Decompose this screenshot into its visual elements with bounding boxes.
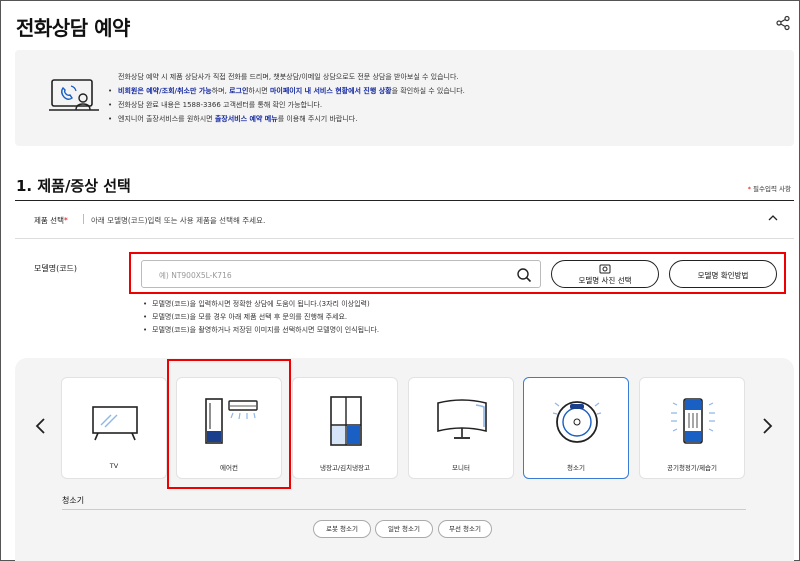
bullet: • xyxy=(143,313,148,321)
chevron-right-icon[interactable] xyxy=(762,417,774,435)
info-text-part: 전화상담 예약 시 제품 상담사가 직접 전화를 드리며, 챗봇상담/이메일 상… xyxy=(118,73,459,81)
chevron-up-icon[interactable] xyxy=(768,214,778,222)
info-line: • 전화상담 완료 내용은 1588-3366 고객센터를 통해 확인 가능합니다… xyxy=(108,98,465,112)
subcategory-title: 청소기 xyxy=(62,496,85,505)
info-line: 전화상담 예약 시 제품 상담사가 직접 전화를 드리며, 챗봇상담/이메일 상… xyxy=(108,70,465,84)
product-select-label-text: 제품 선택 xyxy=(34,216,64,225)
product-select-accordion[interactable]: 제품 선택* 아래 모델명(코드)입력 또는 사용 제품을 선택해 주세요. xyxy=(15,201,794,239)
page-header: 전화상담 예약 xyxy=(1,1,799,49)
chip-robot-vacuum[interactable]: 로봇 청소기 xyxy=(313,520,371,538)
category-card-tv[interactable]: TV xyxy=(61,377,167,479)
chip-standard-vacuum[interactable]: 일반 청소기 xyxy=(375,520,433,538)
subcategory-divider xyxy=(62,509,746,510)
category-card-air-purifier[interactable]: 공기청정기/제습기 xyxy=(639,377,745,479)
info-box: 전화상담 예약 시 제품 상담사가 직접 전화를 드리며, 챗봇상담/이메일 상… xyxy=(15,50,794,146)
info-text-part: 전화상담 완료 내용은 1588-3366 고객센터를 통해 확인 가능합니다. xyxy=(118,101,323,109)
refrigerator-icon xyxy=(330,396,362,446)
model-notes: • 모델명(코드)을 입력하시면 정확한 상담에 도움이 됩니다.(3자리 이상입… xyxy=(143,298,379,337)
category-card-label: 냉장고/김치냉장고 xyxy=(319,464,371,472)
info-highlight-link[interactable]: 출장서비스 예약 메뉴 xyxy=(215,115,278,123)
product-select-star: * xyxy=(63,216,68,225)
product-select-guide: 아래 모델명(코드)입력 또는 사용 제품을 선택해 주세요. xyxy=(91,216,266,225)
highlight-box-air-conditioner xyxy=(167,359,291,489)
air-purifier-icon xyxy=(671,398,715,444)
share-icon[interactable] xyxy=(775,15,791,31)
category-card-label: 공기청정기/제습기 xyxy=(666,464,718,472)
category-card-monitor[interactable]: 모니터 xyxy=(408,377,514,479)
model-note-item: • 모델명(코드)을 입력하시면 정확한 상담에 도움이 됩니다.(3자리 이상입… xyxy=(143,298,379,311)
highlight-box-model-input xyxy=(129,252,786,294)
monitor-icon xyxy=(437,399,487,439)
info-line: • 엔지니어 출장서비스를 원하시면 출장서비스 예약 메뉴를 이용해 주시기 바… xyxy=(108,112,465,126)
required-star: * xyxy=(747,185,751,193)
required-note: * 필수입력 사항 xyxy=(748,183,791,193)
video-call-agent-icon xyxy=(49,79,99,111)
bullet: • xyxy=(143,300,148,308)
info-highlight-link[interactable]: 비회원은 예약/조회/취소만 가능 xyxy=(118,87,212,95)
page-title: 전화상담 예약 xyxy=(16,16,130,40)
info-highlight-link[interactable]: 로그인 xyxy=(229,87,248,95)
chevron-left-icon[interactable] xyxy=(34,417,46,435)
info-text-part: 엔지니어 출장서비스를 원하시면 xyxy=(118,115,215,123)
info-text: 전화상담 예약 시 제품 상담사가 직접 전화를 드리며, 챗봇상담/이메일 상… xyxy=(108,70,465,126)
category-card-refrigerator[interactable]: 냉장고/김치냉장고 xyxy=(292,377,398,479)
category-card-label: 모니터 xyxy=(452,464,470,472)
info-text-part: 를 이용해 주시기 바랍니다. xyxy=(277,115,358,123)
info-line: • 비회원은 예약/조회/취소만 가능하며, 로그인하시면 마이페이지 내 서비스… xyxy=(108,84,465,98)
info-text-part: 하며, xyxy=(211,87,230,95)
section-title: 1. 제품/증상 선택 xyxy=(16,177,131,195)
bullet: • xyxy=(143,326,148,334)
category-card-vacuum[interactable]: 청소기 xyxy=(523,377,629,479)
bullet: • xyxy=(108,101,113,109)
required-note-text: 필수입력 사항 xyxy=(753,185,791,193)
robot-vacuum-icon xyxy=(552,401,602,443)
chip-cordless-vacuum[interactable]: 무선 청소기 xyxy=(438,520,492,538)
product-select-separator xyxy=(83,214,84,224)
model-note-item: • 모델명(코드)을 촬영하거나 저장된 이미지를 선택하시면 모델명이 인식됩니… xyxy=(143,324,379,337)
model-label: 모델명(코드) xyxy=(34,264,78,273)
info-highlight-link[interactable]: 마이페이지 내 서비스 현황에서 진행 상황 xyxy=(270,87,392,95)
info-text-part: 을 확인하실 수 있습니다. xyxy=(391,87,465,95)
bullet: • xyxy=(108,87,113,95)
model-note-text: 모델명(코드)을 모를 경우 아래 제품 선택 후 문의를 진행해 주세요. xyxy=(152,313,348,321)
model-note-item: • 모델명(코드)을 모를 경우 아래 제품 선택 후 문의를 진행해 주세요. xyxy=(143,311,379,324)
tv-icon xyxy=(92,406,138,441)
info-text-part: 하시면 xyxy=(248,87,270,95)
model-note-text: 모델명(코드)을 입력하시면 정확한 상담에 도움이 됩니다.(3자리 이상입력… xyxy=(152,300,370,308)
bullet: • xyxy=(108,115,113,123)
product-select-label: 제품 선택* xyxy=(34,215,68,226)
category-card-label: TV xyxy=(109,462,119,470)
model-note-text: 모델명(코드)을 촬영하거나 저장된 이미지를 선택하시면 모델명이 인식됩니다… xyxy=(152,326,380,334)
category-card-label: 청소기 xyxy=(567,464,585,472)
